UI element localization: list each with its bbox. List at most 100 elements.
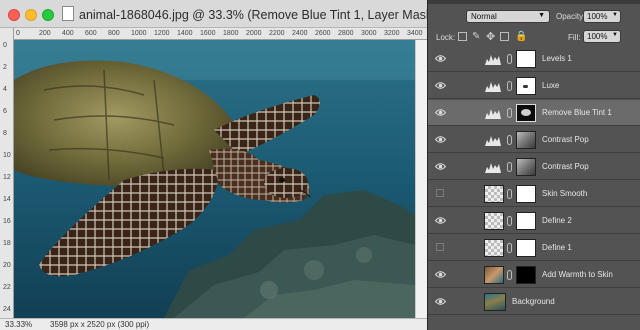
layer-mask-thumbnail[interactable] <box>516 266 536 284</box>
layer-mask-thumbnail[interactable] <box>516 185 536 203</box>
ruler-tick-label: 6 <box>3 108 7 115</box>
layer-row[interactable]: Define 2 <box>428 208 640 234</box>
layer-row[interactable]: Luxe <box>428 73 640 99</box>
lock-label: Lock: <box>436 33 456 42</box>
eye-icon[interactable] <box>435 135 446 144</box>
lock-all-icon[interactable]: 🔒 <box>515 31 527 42</box>
link-icon[interactable] <box>507 216 512 226</box>
blend-mode-select[interactable]: Normal ▼ <box>466 10 550 23</box>
ruler-tick-label: 20 <box>3 262 11 269</box>
layer-thumbnail[interactable] <box>484 212 504 230</box>
eye-icon[interactable] <box>435 216 446 225</box>
eye-icon[interactable] <box>435 54 446 63</box>
ruler-tick-label: 24 <box>3 306 11 313</box>
histogram-icon <box>485 55 501 65</box>
chevron-down-icon: ▼ <box>612 32 618 38</box>
lock-position-icon[interactable]: ✥ <box>486 30 495 43</box>
layer-name[interactable]: Background <box>512 297 555 306</box>
layer-name[interactable]: Remove Blue Tint 1 <box>542 108 612 117</box>
layer-mask-thumbnail[interactable] <box>516 77 536 95</box>
layer-name[interactable]: Contrast Pop <box>542 135 589 144</box>
panel-tab-strip <box>428 0 640 4</box>
visibility-toggle[interactable] <box>436 189 444 197</box>
histogram-icon <box>485 136 501 146</box>
link-icon[interactable] <box>507 135 512 145</box>
histogram-icon <box>485 163 501 173</box>
layer-row[interactable]: Background <box>428 289 640 315</box>
ruler-tick-label: 200 <box>39 30 51 37</box>
layer-thumbnail[interactable] <box>484 293 506 311</box>
layer-mask-thumbnail[interactable] <box>516 104 536 122</box>
layer-row[interactable]: Add Warmth to Skin <box>428 262 640 288</box>
fill-field[interactable]: 100% ▼ <box>583 30 621 43</box>
lock-artboard-icon[interactable] <box>500 32 509 41</box>
document-icon <box>62 6 74 21</box>
ruler-tick-label: 2200 <box>269 30 285 37</box>
horizontal-ruler[interactable]: 0 200 400 600 800 1000 1200 1400 1600 1800 2000 220… <box>14 28 427 40</box>
layer-name[interactable]: Define 1 <box>542 243 572 252</box>
ruler-tick-label: 3000 <box>361 30 377 37</box>
ruler-tick-label: 800 <box>108 30 120 37</box>
zoom-level[interactable]: 33.33% <box>5 320 32 329</box>
layer-name[interactable]: Define 2 <box>542 216 572 225</box>
fill-label: Fill: <box>568 33 581 42</box>
link-icon[interactable] <box>507 189 512 199</box>
layer-list: Levels 1 Luxe Remove Blue Tint 1 Contrast P… <box>428 46 640 330</box>
eye-icon[interactable] <box>435 297 446 306</box>
ruler-tick-label: 2600 <box>315 30 331 37</box>
ruler-tick-label: 400 <box>62 30 74 37</box>
lock-transparency-icon[interactable] <box>458 32 467 41</box>
layer-mask-thumbnail[interactable] <box>516 212 536 230</box>
layer-row[interactable]: Contrast Pop <box>428 154 640 180</box>
link-icon[interactable] <box>507 108 512 118</box>
layer-name[interactable]: Contrast Pop <box>542 162 589 171</box>
ruler-tick-label: 10 <box>3 152 11 159</box>
ruler-tick-label: 4 <box>3 86 7 93</box>
chevron-down-icon: ▼ <box>612 12 618 18</box>
layer-thumbnail[interactable] <box>484 266 504 284</box>
document-window: animal-1868046.jpg @ 33.3% (Remove Blue … <box>0 0 427 330</box>
eye-icon[interactable] <box>435 162 446 171</box>
title-bar[interactable]: animal-1868046.jpg @ 33.3% (Remove Blue … <box>0 0 427 28</box>
lock-pixels-icon[interactable]: ✎ <box>472 31 480 42</box>
eye-icon[interactable] <box>435 108 446 117</box>
layer-thumbnail[interactable] <box>484 239 504 257</box>
layer-name[interactable]: Skin Smooth <box>542 189 587 198</box>
document-info[interactable]: 3598 px x 2520 px (300 ppi) <box>50 320 149 329</box>
layer-mask-thumbnail[interactable] <box>516 158 536 176</box>
histogram-icon <box>485 109 501 119</box>
ruler-tick-label: 1800 <box>223 30 239 37</box>
layer-row[interactable]: Define 1 <box>428 235 640 261</box>
zoom-button[interactable] <box>42 9 54 21</box>
ruler-tick-label: 1200 <box>154 30 170 37</box>
minimize-button[interactable] <box>25 9 37 21</box>
ruler-tick-label: 2000 <box>246 30 262 37</box>
eye-icon[interactable] <box>435 81 446 90</box>
layer-name[interactable]: Luxe <box>542 81 559 90</box>
close-button[interactable] <box>8 9 20 21</box>
document-title: animal-1868046.jpg @ 33.3% (Remove Blue … <box>62 6 427 22</box>
layer-name[interactable]: Add Warmth to Skin <box>542 270 613 279</box>
link-icon[interactable] <box>507 54 512 64</box>
link-icon[interactable] <box>507 243 512 253</box>
link-icon[interactable] <box>507 270 512 280</box>
link-icon[interactable] <box>507 162 512 172</box>
link-icon[interactable] <box>507 81 512 91</box>
vertical-ruler[interactable]: 0 2 4 6 8 10 12 14 16 18 20 22 24 <box>0 28 14 318</box>
layer-name[interactable]: Levels 1 <box>542 54 572 63</box>
layer-mask-thumbnail[interactable] <box>516 50 536 68</box>
layer-mask-thumbnail[interactable] <box>516 239 536 257</box>
layer-row[interactable]: Levels 1 <box>428 46 640 72</box>
visibility-toggle[interactable] <box>436 243 444 251</box>
vertical-scrollbar[interactable] <box>415 40 427 318</box>
ruler-tick-label: 0 <box>3 42 7 49</box>
eye-icon[interactable] <box>435 270 446 279</box>
layer-thumbnail[interactable] <box>484 185 504 203</box>
image-canvas[interactable] <box>14 40 415 318</box>
ruler-tick-label: 0 <box>16 30 20 37</box>
opacity-field[interactable]: 100% ▼ <box>583 10 621 23</box>
layer-mask-thumbnail[interactable] <box>516 131 536 149</box>
layer-row[interactable]: Skin Smooth <box>428 181 640 207</box>
layer-row[interactable]: Contrast Pop <box>428 127 640 153</box>
layer-row[interactable]: Remove Blue Tint 1 <box>428 100 640 126</box>
